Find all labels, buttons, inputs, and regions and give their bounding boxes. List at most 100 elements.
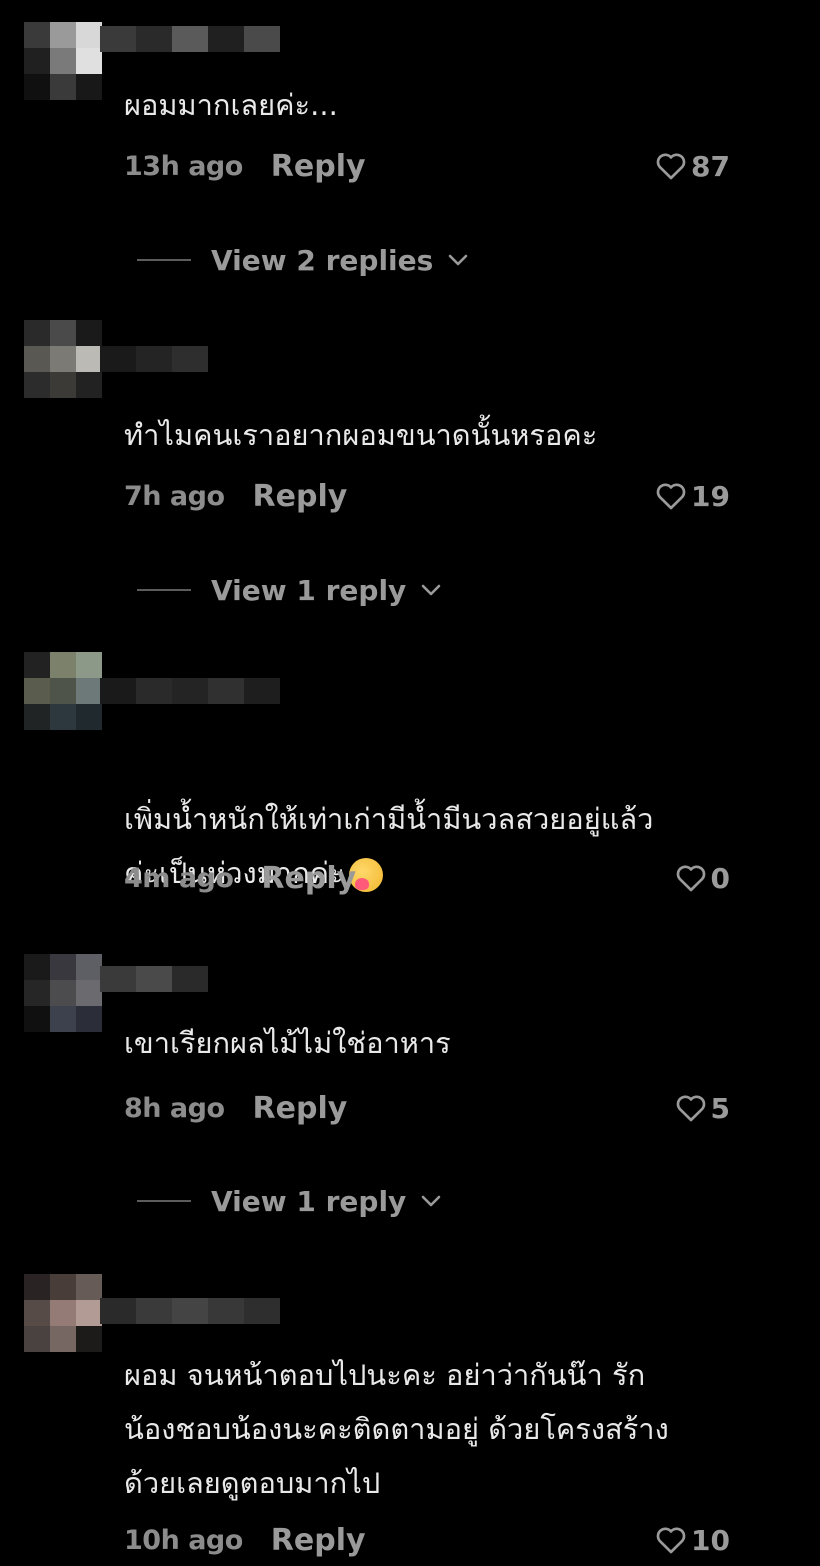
avatar-pixel	[50, 1274, 76, 1300]
username-blurred[interactable]	[100, 1298, 280, 1324]
username-pixel	[208, 26, 244, 52]
username-pixel	[100, 678, 136, 704]
username-pixel	[136, 678, 172, 704]
avatar-pixel	[76, 678, 102, 704]
view-replies-button[interactable]: View 1 reply	[137, 570, 442, 610]
avatar-pixel	[50, 1326, 76, 1352]
username-pixel	[136, 966, 172, 992]
avatar-pixel	[76, 48, 102, 74]
avatar-pixel	[24, 1326, 50, 1352]
like-button[interactable]: 10	[655, 1524, 730, 1557]
avatar-pixel	[50, 678, 76, 704]
view-replies-label: View 1 reply	[211, 573, 407, 607]
avatar-pixel	[24, 372, 50, 398]
avatar-pixel	[24, 954, 50, 980]
avatar-pixel	[76, 980, 102, 1006]
like-button[interactable]: 19	[655, 480, 730, 513]
reply-button[interactable]: Reply	[271, 1523, 366, 1558]
like-count: 10	[691, 1523, 730, 1557]
avatar-pixel	[76, 1326, 102, 1352]
avatar-pixel	[24, 980, 50, 1006]
username-pixel	[100, 1298, 136, 1324]
avatar[interactable]	[24, 652, 102, 730]
reply-button[interactable]: Reply	[261, 861, 356, 896]
avatar-pixel	[76, 954, 102, 980]
like-count: 87	[691, 149, 730, 183]
username-pixel	[136, 1298, 172, 1324]
like-button[interactable]: 0	[675, 862, 730, 895]
avatar-pixel	[50, 652, 76, 678]
view-replies-button[interactable]: View 1 reply	[137, 1181, 442, 1221]
divider-line	[137, 259, 191, 261]
chevron-down-icon	[406, 1194, 442, 1208]
reply-button[interactable]: Reply	[271, 149, 366, 184]
avatar-pixel	[50, 704, 76, 730]
avatar-pixel	[50, 372, 76, 398]
heart-icon	[655, 151, 687, 181]
username-pixel	[172, 678, 208, 704]
comment-meta: 4m ago Reply 0	[124, 858, 730, 898]
username-pixel	[136, 26, 172, 52]
avatar-pixel	[50, 22, 76, 48]
comment-time: 13h ago	[124, 150, 243, 182]
username-pixel	[100, 346, 136, 372]
heart-icon	[655, 1525, 687, 1555]
username-blurred[interactable]	[100, 678, 280, 704]
comment-meta: 10h ago Reply 10	[124, 1520, 730, 1560]
avatar-pixel	[76, 652, 102, 678]
avatar-pixel	[50, 48, 76, 74]
username-pixel	[244, 678, 280, 704]
avatar[interactable]	[24, 1274, 102, 1352]
comment-time: 4m ago	[124, 862, 234, 894]
username-pixel	[172, 26, 208, 52]
comment-meta: 7h ago Reply 19	[124, 476, 730, 516]
avatar-pixel	[50, 1006, 76, 1032]
comment-text: ผอม จนหน้าตอบไปนะคะ อย่าว่ากันน๊า รัก น้…	[124, 1358, 669, 1500]
username-pixel	[172, 966, 208, 992]
username-pixel	[244, 1298, 280, 1324]
avatar-pixel	[24, 48, 50, 74]
chevron-down-icon	[433, 253, 469, 267]
avatar-pixel	[24, 652, 50, 678]
avatar-pixel	[24, 22, 50, 48]
divider-line	[137, 1200, 191, 1202]
avatar-pixel	[24, 346, 50, 372]
like-count: 5	[710, 1091, 730, 1125]
avatar[interactable]	[24, 954, 102, 1032]
avatar-pixel	[24, 74, 50, 100]
username-pixel	[208, 678, 244, 704]
reply-button[interactable]: Reply	[253, 479, 348, 514]
heart-icon	[675, 863, 707, 893]
avatar-pixel	[24, 1274, 50, 1300]
view-replies-button[interactable]: View 2 replies	[137, 240, 469, 280]
avatar-pixel	[76, 320, 102, 346]
comment-time: 10h ago	[124, 1524, 243, 1556]
username-pixel	[208, 1298, 244, 1324]
username-blurred[interactable]	[100, 346, 208, 372]
avatar-pixel	[50, 346, 76, 372]
like-button[interactable]: 87	[655, 150, 730, 183]
avatar-pixel	[76, 1300, 102, 1326]
avatar-pixel	[24, 320, 50, 346]
username-blurred[interactable]	[100, 966, 208, 992]
username-blurred[interactable]	[100, 26, 280, 52]
avatar-pixel	[76, 372, 102, 398]
comment-text: ผอมมากเลยค่ะ...	[124, 88, 338, 122]
username-pixel	[172, 1298, 208, 1324]
avatar-pixel	[76, 704, 102, 730]
avatar[interactable]	[24, 22, 102, 100]
avatar-pixel	[50, 74, 76, 100]
avatar-pixel	[24, 1300, 50, 1326]
avatar-pixel	[76, 346, 102, 372]
reply-button[interactable]: Reply	[253, 1091, 348, 1126]
username-pixel	[172, 346, 208, 372]
avatar-pixel	[24, 678, 50, 704]
view-replies-label: View 2 replies	[211, 243, 434, 277]
avatar[interactable]	[24, 320, 102, 398]
avatar-pixel	[50, 954, 76, 980]
avatar-pixel	[24, 704, 50, 730]
divider-line	[137, 589, 191, 591]
username-pixel	[244, 26, 280, 52]
like-button[interactable]: 5	[675, 1092, 730, 1125]
heart-icon	[655, 481, 687, 511]
